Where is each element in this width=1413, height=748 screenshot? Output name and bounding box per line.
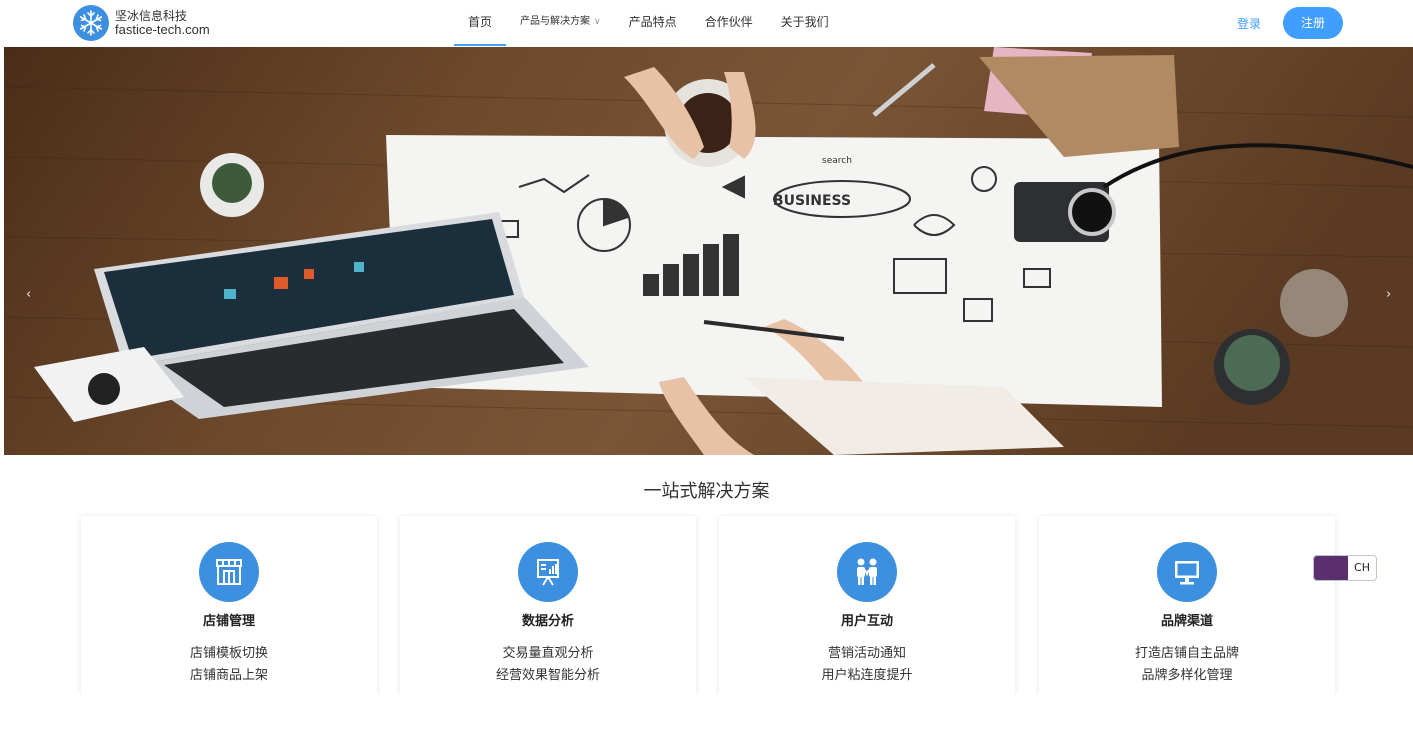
nav-home[interactable]: 首页 <box>454 0 507 46</box>
card-feature: 用户粘连度提升 <box>821 668 913 683</box>
card-feature: 交易量直观分析 <box>502 646 594 661</box>
language-toggle[interactable]: CH <box>1314 556 1376 580</box>
nav-partners[interactable]: 合作伙伴 <box>691 0 767 44</box>
users-icon <box>837 542 897 602</box>
card-title: 店铺管理 <box>202 614 255 629</box>
brand-name: 坚冰信息科技 <box>115 9 188 23</box>
brand-logo[interactable]: 坚冰信息科技 fastice-tech.com <box>73 5 210 41</box>
chevron-down-icon: ∨ <box>594 17 601 27</box>
nav-products-solutions[interactable]: 产品与解决方案 ∨ <box>506 0 615 44</box>
main-nav: 首页 产品与解决方案 ∨ 产品特点 合作伙伴 关于我们 <box>454 0 843 46</box>
card-feature: 营销活动通知 <box>827 646 906 661</box>
register-button[interactable]: 注册 <box>1283 7 1343 39</box>
svg-text:search: search <box>822 156 852 166</box>
monitor-icon <box>1157 542 1217 602</box>
storefront-icon <box>199 542 259 602</box>
nav-about[interactable]: 关于我们 <box>767 0 843 44</box>
hero-image: BUSINESS search <box>4 47 1413 455</box>
nav-features[interactable]: 产品特点 <box>615 0 691 44</box>
card-title: 品牌渠道 <box>1160 614 1213 629</box>
card-feature: 经营效果智能分析 <box>495 668 600 683</box>
page-bottom-mask <box>0 694 1413 748</box>
presentation-chart-icon <box>518 542 578 602</box>
carousel-next-button[interactable]: › <box>1386 287 1391 302</box>
solution-card-brand-channel[interactable]: 品牌渠道 打造店铺自主品牌 品牌多样化管理 <box>1039 516 1335 694</box>
carousel-prev-button[interactable]: ‹ <box>26 287 31 302</box>
card-title: 用户互动 <box>840 614 893 629</box>
login-link[interactable]: 登录 <box>1237 15 1261 32</box>
svg-text:BUSINESS: BUSINESS <box>773 193 851 209</box>
solutions-title: 一站式解决方案 <box>643 481 770 502</box>
card-feature: 店铺商品上架 <box>189 668 268 683</box>
solution-card-store-management[interactable]: 店铺管理 店铺模板切换 店铺商品上架 <box>81 516 377 694</box>
solution-card-user-interaction[interactable]: 用户互动 营销活动通知 用户粘连度提升 <box>719 516 1015 694</box>
language-toggle-slider <box>1314 556 1348 580</box>
card-feature: 品牌多样化管理 <box>1141 668 1233 683</box>
card-feature: 打造店铺自主品牌 <box>1134 646 1239 661</box>
top-header: 坚冰信息科技 fastice-tech.com 首页 产品与解决方案 ∨ 产品特点… <box>0 0 1413 46</box>
card-title: 数据分析 <box>521 614 574 629</box>
brand-domain: fastice-tech.com <box>115 22 210 37</box>
hero-carousel: BUSINESS search ‹ › <box>4 47 1413 455</box>
language-label: CH <box>1348 556 1376 580</box>
card-feature: 店铺模板切换 <box>189 646 268 661</box>
snowflake-icon <box>73 5 109 41</box>
solution-card-data-analysis[interactable]: 数据分析 交易量直观分析 经营效果智能分析 <box>400 516 696 694</box>
